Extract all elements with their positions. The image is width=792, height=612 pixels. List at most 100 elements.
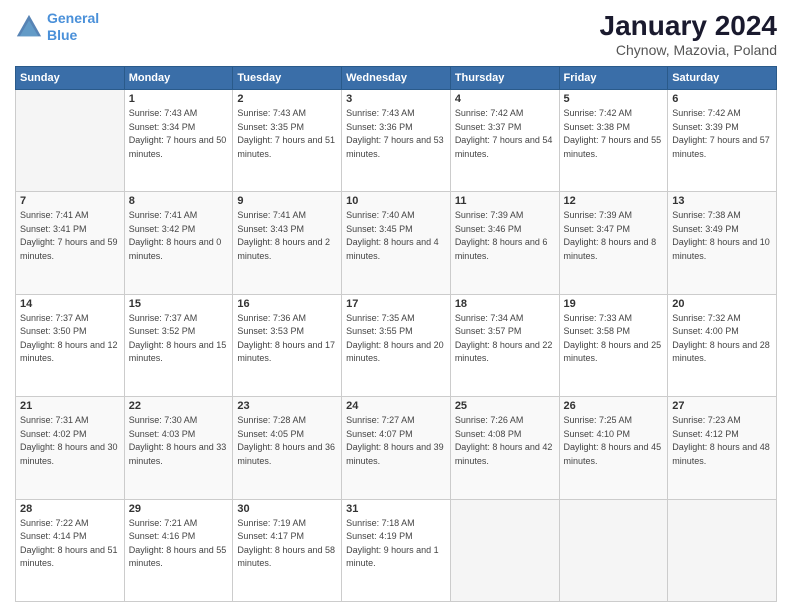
calendar-cell: 29 Sunrise: 7:21 AMSunset: 4:16 PMDayligh…: [124, 499, 233, 601]
day-info: Sunrise: 7:21 AMSunset: 4:16 PMDaylight:…: [129, 517, 229, 571]
day-number: 12: [564, 195, 664, 207]
logo-line1: General: [47, 10, 99, 26]
day-number: 6: [672, 93, 772, 105]
calendar-cell: 15Sunrise: 7:37 AMSunset: 3:52 PMDayligh…: [124, 294, 233, 396]
page: General Blue January 2024 Chynow, Mazovi…: [0, 0, 792, 612]
month-title: January 2024: [600, 10, 777, 42]
day-number: 2: [237, 93, 337, 105]
calendar-cell: 22 Sunrise: 7:30 AMSunset: 4:03 PMDayligh…: [124, 397, 233, 499]
day-number: 26: [564, 400, 664, 412]
day-number: 14: [20, 298, 120, 310]
day-header-friday: Friday: [559, 67, 668, 90]
calendar-cell: 16Sunrise: 7:36 AMSunset: 3:53 PMDayligh…: [233, 294, 342, 396]
calendar-cell: 24Sunrise: 7:27 AMSunset: 4:07 PMDayligh…: [342, 397, 451, 499]
day-header-monday: Monday: [124, 67, 233, 90]
calendar-cell: 14 Sunrise: 7:37 AMSunset: 3:50 PMDayligh…: [16, 294, 125, 396]
day-info: Sunrise: 7:30 AMSunset: 4:03 PMDaylight:…: [129, 414, 229, 468]
day-info: Sunrise: 7:43 AMSunset: 3:34 PMDaylight:…: [129, 107, 229, 161]
logo-text: General Blue: [47, 10, 99, 44]
calendar-cell: 25 Sunrise: 7:26 AMSunset: 4:08 PMDayligh…: [450, 397, 559, 499]
day-info: Sunrise: 7:43 AMSunset: 3:35 PMDaylight:…: [237, 107, 337, 161]
day-header-wednesday: Wednesday: [342, 67, 451, 90]
day-header-saturday: Saturday: [668, 67, 777, 90]
day-header-thursday: Thursday: [450, 67, 559, 90]
day-info: Sunrise: 7:25 AMSunset: 4:10 PMDaylight:…: [564, 414, 664, 468]
header: General Blue January 2024 Chynow, Mazovi…: [15, 10, 777, 58]
calendar-cell: 17 Sunrise: 7:35 AMSunset: 3:55 PMDayligh…: [342, 294, 451, 396]
day-info: Sunrise: 7:33 AMSunset: 3:58 PMDaylight:…: [564, 312, 664, 366]
day-number: 23: [237, 400, 337, 412]
day-number: 28: [20, 503, 120, 515]
calendar-cell: 19 Sunrise: 7:33 AMSunset: 3:58 PMDayligh…: [559, 294, 668, 396]
day-info: Sunrise: 7:39 AMSunset: 3:46 PMDaylight:…: [455, 209, 555, 263]
day-number: 5: [564, 93, 664, 105]
calendar-week-1: 1 Sunrise: 7:43 AMSunset: 3:34 PMDaylight…: [16, 90, 777, 192]
day-info: Sunrise: 7:37 AMSunset: 3:50 PMDaylight:…: [20, 312, 120, 366]
day-info: Sunrise: 7:40 AMSunset: 3:45 PMDaylight:…: [346, 209, 446, 263]
day-number: 15: [129, 298, 229, 310]
day-info: Sunrise: 7:18 AMSunset: 4:19 PMDaylight:…: [346, 517, 446, 571]
day-number: 22: [129, 400, 229, 412]
day-info: Sunrise: 7:34 AMSunset: 3:57 PMDaylight:…: [455, 312, 555, 366]
calendar-cell: 4 Sunrise: 7:42 AMSunset: 3:37 PMDaylight…: [450, 90, 559, 192]
calendar-week-2: 7 Sunrise: 7:41 AMSunset: 3:41 PMDaylight…: [16, 192, 777, 294]
day-number: 21: [20, 400, 120, 412]
calendar-cell: 5 Sunrise: 7:42 AMSunset: 3:38 PMDaylight…: [559, 90, 668, 192]
calendar-cell: 11 Sunrise: 7:39 AMSunset: 3:46 PMDayligh…: [450, 192, 559, 294]
calendar-cell: 28 Sunrise: 7:22 AMSunset: 4:14 PMDayligh…: [16, 499, 125, 601]
day-info: Sunrise: 7:42 AMSunset: 3:38 PMDaylight:…: [564, 107, 664, 161]
day-header-tuesday: Tuesday: [233, 67, 342, 90]
location-subtitle: Chynow, Mazovia, Poland: [600, 42, 777, 58]
calendar-cell: [16, 90, 125, 192]
calendar-cell: 2 Sunrise: 7:43 AMSunset: 3:35 PMDaylight…: [233, 90, 342, 192]
calendar-cell: 18 Sunrise: 7:34 AMSunset: 3:57 PMDayligh…: [450, 294, 559, 396]
calendar-cell: [668, 499, 777, 601]
calendar-cell: 7 Sunrise: 7:41 AMSunset: 3:41 PMDaylight…: [16, 192, 125, 294]
day-number: 29: [129, 503, 229, 515]
calendar-cell: 10Sunrise: 7:40 AMSunset: 3:45 PMDayligh…: [342, 192, 451, 294]
day-info: Sunrise: 7:32 AMSunset: 4:00 PMDaylight:…: [672, 312, 772, 366]
logo-icon: [15, 13, 43, 41]
logo: General Blue: [15, 10, 99, 44]
day-number: 19: [564, 298, 664, 310]
calendar-cell: 13Sunrise: 7:38 AMSunset: 3:49 PMDayligh…: [668, 192, 777, 294]
day-info: Sunrise: 7:42 AMSunset: 3:37 PMDaylight:…: [455, 107, 555, 161]
calendar-cell: 20Sunrise: 7:32 AMSunset: 4:00 PMDayligh…: [668, 294, 777, 396]
day-info: Sunrise: 7:43 AMSunset: 3:36 PMDaylight:…: [346, 107, 446, 161]
day-number: 18: [455, 298, 555, 310]
day-number: 1: [129, 93, 229, 105]
calendar-cell: 1 Sunrise: 7:43 AMSunset: 3:34 PMDaylight…: [124, 90, 233, 192]
day-number: 9: [237, 195, 337, 207]
calendar-cell: [559, 499, 668, 601]
calendar-cell: [450, 499, 559, 601]
day-number: 30: [237, 503, 337, 515]
calendar-cell: 9 Sunrise: 7:41 AMSunset: 3:43 PMDaylight…: [233, 192, 342, 294]
day-info: Sunrise: 7:26 AMSunset: 4:08 PMDaylight:…: [455, 414, 555, 468]
calendar-cell: 12 Sunrise: 7:39 AMSunset: 3:47 PMDayligh…: [559, 192, 668, 294]
day-info: Sunrise: 7:35 AMSunset: 3:55 PMDaylight:…: [346, 312, 446, 366]
calendar-week-3: 14 Sunrise: 7:37 AMSunset: 3:50 PMDayligh…: [16, 294, 777, 396]
day-number: 17: [346, 298, 446, 310]
day-number: 13: [672, 195, 772, 207]
day-info: Sunrise: 7:41 AMSunset: 3:41 PMDaylight:…: [20, 209, 120, 263]
calendar-cell: 30Sunrise: 7:19 AMSunset: 4:17 PMDayligh…: [233, 499, 342, 601]
day-info: Sunrise: 7:41 AMSunset: 3:43 PMDaylight:…: [237, 209, 337, 263]
day-info: Sunrise: 7:27 AMSunset: 4:07 PMDaylight:…: [346, 414, 446, 468]
day-number: 4: [455, 93, 555, 105]
day-number: 11: [455, 195, 555, 207]
calendar-cell: 27Sunrise: 7:23 AMSunset: 4:12 PMDayligh…: [668, 397, 777, 499]
calendar-cell: 23Sunrise: 7:28 AMSunset: 4:05 PMDayligh…: [233, 397, 342, 499]
day-number: 16: [237, 298, 337, 310]
day-number: 7: [20, 195, 120, 207]
day-info: Sunrise: 7:39 AMSunset: 3:47 PMDaylight:…: [564, 209, 664, 263]
day-info: Sunrise: 7:22 AMSunset: 4:14 PMDaylight:…: [20, 517, 120, 571]
calendar-table: SundayMondayTuesdayWednesdayThursdayFrid…: [15, 66, 777, 602]
day-number: 8: [129, 195, 229, 207]
day-number: 25: [455, 400, 555, 412]
day-header-sunday: Sunday: [16, 67, 125, 90]
calendar-cell: 8Sunrise: 7:41 AMSunset: 3:42 PMDaylight…: [124, 192, 233, 294]
calendar-week-5: 28 Sunrise: 7:22 AMSunset: 4:14 PMDayligh…: [16, 499, 777, 601]
day-number: 31: [346, 503, 446, 515]
logo-line2: Blue: [47, 27, 77, 43]
day-info: Sunrise: 7:31 AMSunset: 4:02 PMDaylight:…: [20, 414, 120, 468]
